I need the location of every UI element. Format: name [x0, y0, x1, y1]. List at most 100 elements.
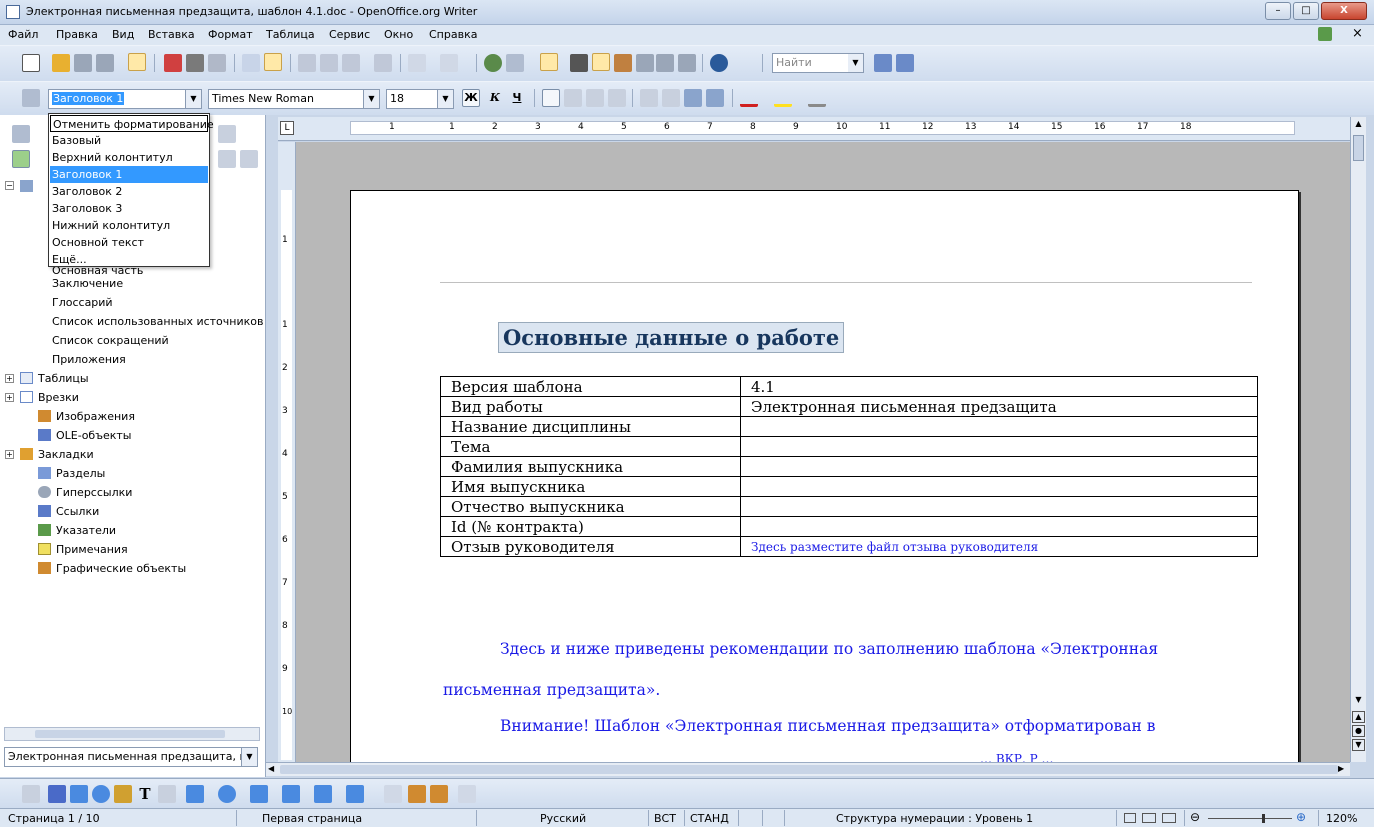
find-replace-icon[interactable]: [570, 54, 588, 72]
block-arrows-icon[interactable]: [250, 785, 268, 803]
style-option[interactable]: Верхний колонтитул: [50, 149, 208, 166]
table-cell[interactable]: Id (№ контракта): [440, 516, 741, 537]
work-info-table[interactable]: Версия шаблона 4.1 Вид работы Электронная …: [440, 376, 1258, 557]
navigator-category-images[interactable]: Изображения: [56, 407, 135, 426]
navigator-category-frames[interactable]: Врезки: [38, 388, 79, 407]
find-dropdown-button[interactable]: ▼: [848, 53, 864, 73]
paragraph-style-select[interactable]: Заголовок 1 ▼: [48, 89, 202, 109]
navigator-hscrollbar[interactable]: [4, 727, 260, 741]
menu-view[interactable]: Вид: [112, 28, 134, 41]
ellipse-icon[interactable]: [92, 785, 110, 803]
align-center-icon[interactable]: [564, 89, 582, 107]
justify-icon[interactable]: [608, 89, 626, 107]
navigator-toggle-icon[interactable]: [12, 125, 30, 143]
hyperlink-icon[interactable]: [484, 54, 502, 72]
autospellcheck-icon[interactable]: [264, 53, 282, 71]
vscroll-thumb[interactable]: [1353, 135, 1364, 161]
scroll-down-icon[interactable]: ▼: [1352, 695, 1365, 707]
frames-expand-icon[interactable]: +: [5, 393, 14, 402]
navigator-category-indexes[interactable]: Указатели: [56, 521, 116, 540]
style-option[interactable]: Нижний колонтитул: [50, 217, 208, 234]
callout-icon[interactable]: [158, 785, 176, 803]
print-icon[interactable]: [186, 54, 204, 72]
zoom-icon[interactable]: [678, 54, 696, 72]
select-icon[interactable]: [22, 785, 40, 803]
text-icon[interactable]: T: [136, 785, 154, 803]
update-icon[interactable]: [1318, 27, 1332, 41]
table-cell[interactable]: Отзыв руководителя: [440, 536, 741, 557]
print-preview-icon[interactable]: [208, 54, 226, 72]
close-document-icon[interactable]: ×: [1352, 26, 1363, 41]
document-heading[interactable]: Основные данные о работе: [498, 322, 845, 353]
from-file-icon[interactable]: [430, 785, 448, 803]
bookmarks-expand-icon[interactable]: +: [5, 450, 14, 459]
document-hscrollbar[interactable]: ◀ ▶: [266, 762, 1350, 776]
font-color-icon[interactable]: [740, 89, 758, 107]
previous-page-icon[interactable]: ▲: [1352, 711, 1365, 723]
bullets-icon[interactable]: [662, 89, 680, 107]
document-vscrollbar[interactable]: ▲ ▼ ▲ ● ▼: [1350, 117, 1366, 762]
vertical-ruler[interactable]: 1 1 2 3 4 5 6 7 8 9 10: [278, 142, 296, 762]
navigator-heading-item[interactable]: Приложения: [52, 350, 126, 369]
navigator-heading-item[interactable]: Список сокращений: [52, 331, 169, 350]
content-view-icon[interactable]: [12, 150, 30, 168]
navigator-heading-item[interactable]: Заключение: [52, 274, 123, 293]
save-icon[interactable]: [74, 54, 92, 72]
menu-window[interactable]: Окно: [384, 28, 413, 41]
status-page[interactable]: Страница 1 / 10: [8, 812, 100, 825]
font-size-select[interactable]: 18 ▼: [386, 89, 454, 109]
navigator-category-tables[interactable]: Таблицы: [38, 369, 89, 388]
navigation-icon[interactable]: ●: [1352, 725, 1365, 737]
find-next-icon[interactable]: [874, 54, 892, 72]
export-pdf-icon[interactable]: [164, 54, 182, 72]
menu-insert[interactable]: Вставка: [148, 28, 195, 41]
stars-icon[interactable]: [346, 785, 364, 803]
redo-icon[interactable]: [440, 54, 458, 72]
paragraph-line[interactable]: Здесь и ниже приведены рекомендации по з…: [500, 640, 1158, 658]
navigator-scroll-thumb[interactable]: [35, 730, 225, 738]
paste-icon[interactable]: [342, 54, 360, 72]
status-page-style[interactable]: Первая страница: [262, 812, 362, 825]
undo-icon[interactable]: [408, 54, 426, 72]
increase-indent-icon[interactable]: [706, 89, 724, 107]
align-left-icon[interactable]: [542, 89, 560, 107]
horizontal-ruler[interactable]: L 1 1 2 3 4 5 6 7 8 9 10 11 12 13 14 15 …: [278, 117, 1350, 141]
line-icon[interactable]: [48, 785, 66, 803]
new-document-icon[interactable]: [22, 54, 40, 72]
table-cell[interactable]: Отчество выпускника: [440, 496, 741, 517]
zoom-slider-track[interactable]: [1208, 818, 1292, 819]
edit-mode-icon[interactable]: [128, 53, 146, 71]
highlighting-icon[interactable]: [774, 89, 792, 107]
table-cell[interactable]: Фамилия выпускника: [440, 456, 741, 477]
table-cell[interactable]: [740, 456, 1258, 477]
hscroll-thumb[interactable]: [280, 765, 1338, 774]
minimize-button[interactable]: –: [1265, 2, 1291, 20]
menu-help[interactable]: Справка: [429, 28, 477, 41]
find-previous-icon[interactable]: [896, 54, 914, 72]
table-cell[interactable]: [740, 416, 1258, 437]
menu-table[interactable]: Таблица: [266, 28, 315, 41]
table-cell[interactable]: [740, 476, 1258, 497]
copy-icon[interactable]: [320, 54, 338, 72]
style-option[interactable]: Заголовок 2: [50, 183, 208, 200]
align-right-icon[interactable]: [586, 89, 604, 107]
table-cell[interactable]: Тема: [440, 436, 741, 457]
paragraph-line-partial[interactable]: … ВКР. Р …: [980, 752, 1054, 762]
promote-chapter-icon[interactable]: [218, 150, 236, 168]
insert-table-icon[interactable]: [506, 54, 524, 72]
table-cell[interactable]: Имя выпускника: [440, 476, 741, 497]
heading-levels-icon[interactable]: [218, 125, 236, 143]
navigator-category-sections[interactable]: Разделы: [56, 464, 105, 483]
tables-expand-icon[interactable]: +: [5, 374, 14, 383]
symbol-shapes-icon[interactable]: [218, 785, 236, 803]
zoom-in-icon[interactable]: ⊕: [1296, 810, 1306, 824]
headings-collapse-icon[interactable]: −: [5, 181, 14, 190]
rectangle-icon[interactable]: [70, 785, 88, 803]
navigator-category-notes[interactable]: Примечания: [56, 540, 128, 559]
close-button[interactable]: X: [1321, 2, 1367, 20]
paragraph-line[interactable]: Внимание! Шаблон «Электронная письменная…: [500, 717, 1155, 735]
styles-formatting-icon[interactable]: [22, 89, 40, 107]
status-zoom[interactable]: 120%: [1326, 812, 1357, 825]
navigator-category-ole[interactable]: OLE-объекты: [56, 426, 132, 445]
zoom-out-icon[interactable]: ⊖: [1190, 810, 1200, 824]
